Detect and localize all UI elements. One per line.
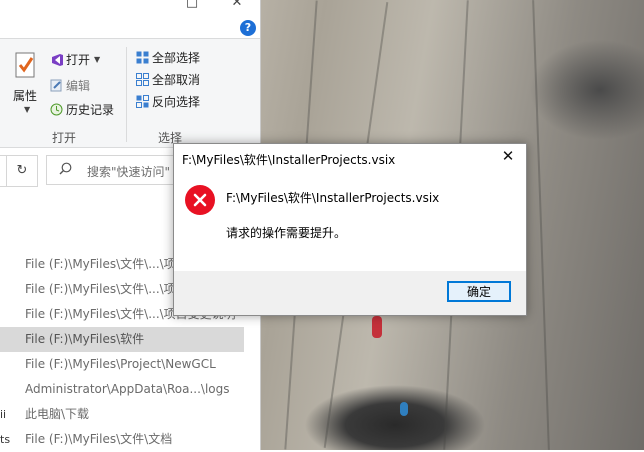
visual-studio-icon bbox=[50, 53, 63, 66]
select-none-label: 全部取消 bbox=[152, 72, 201, 87]
dialog-file-path: F:\MyFiles\软件\InstallerProjects.vsix bbox=[226, 191, 440, 205]
list-item-path: 此电脑\下载 bbox=[25, 407, 90, 421]
select-all-label: 全部选择 bbox=[152, 50, 201, 65]
list-item-path: File (F:)\MyFiles\文件\...\项目 bbox=[25, 257, 188, 271]
explorer-title-strip: □ ✕ bbox=[0, 0, 260, 18]
properties-button[interactable]: 属性 bbox=[13, 85, 37, 105]
dialog-message: 请求的操作需要提升。 bbox=[226, 226, 347, 240]
open-button[interactable]: 打开 ▼ bbox=[50, 49, 100, 69]
edit-label: 编辑 bbox=[66, 78, 91, 93]
error-dialog: F:\MyFiles\软件\InstallerProjects.vsix ✕ F… bbox=[173, 143, 527, 316]
list-item-path: Administrator\AppData\Roa...\logs bbox=[25, 382, 230, 396]
chevron-down-icon[interactable]: ▼ bbox=[24, 105, 30, 114]
search-placeholder: 搜索"快速访问" bbox=[87, 165, 171, 179]
climber-figure bbox=[400, 402, 408, 416]
chevron-down-icon: ▼ bbox=[94, 54, 101, 64]
dialog-title: F:\MyFiles\软件\InstallerProjects.vsix bbox=[182, 153, 396, 167]
list-item[interactable]: Administrator\AppData\Roa...\logs bbox=[0, 377, 244, 402]
properties-label: 属性 bbox=[13, 88, 38, 103]
list-item[interactable]: ii 此电脑\下载 bbox=[0, 402, 244, 427]
edit-icon bbox=[50, 79, 62, 92]
list-item-path: File (F:)\MyFiles\文件\...\项目 bbox=[25, 282, 188, 296]
climber-figure bbox=[372, 316, 382, 338]
history-icon bbox=[50, 103, 63, 116]
list-item-selected[interactable]: File (F:)\MyFiles\软件 bbox=[0, 327, 244, 352]
select-none-button[interactable]: 全部取消 bbox=[136, 69, 200, 89]
open-label: 打开 bbox=[66, 52, 91, 67]
error-icon bbox=[185, 185, 215, 215]
ok-button[interactable]: 确定 bbox=[447, 281, 511, 302]
properties-icon[interactable] bbox=[12, 51, 40, 81]
select-all-icon bbox=[136, 51, 149, 64]
list-item[interactable]: ts File (F:)\MyFiles\文件\文档 bbox=[0, 427, 244, 452]
ribbon: 属性 ▼ 打开 ▼ 编辑 历史记录 打开 全部选择 全部取消 反向选择 选择 bbox=[0, 38, 260, 148]
select-none-icon bbox=[136, 73, 149, 86]
list-item-path: File (F:)\MyFiles\文件\文档 bbox=[25, 432, 173, 446]
select-all-button[interactable]: 全部选择 bbox=[136, 47, 200, 67]
invert-selection-label: 反向选择 bbox=[152, 94, 201, 109]
row-marker: ii bbox=[0, 408, 7, 421]
search-icon bbox=[59, 162, 72, 175]
row-marker: ts bbox=[0, 433, 11, 446]
ribbon-divider bbox=[126, 47, 127, 142]
help-icon[interactable]: ? bbox=[240, 20, 256, 36]
history-button[interactable]: 历史记录 bbox=[50, 99, 114, 119]
maximize-icon[interactable]: □ bbox=[185, 0, 199, 10]
invert-selection-button[interactable]: 反向选择 bbox=[136, 91, 200, 111]
history-label: 历史记录 bbox=[66, 102, 115, 117]
close-icon[interactable]: ✕ bbox=[230, 0, 244, 10]
invert-selection-icon bbox=[136, 95, 149, 108]
list-item-path: File (F:)\MyFiles\软件 bbox=[25, 332, 145, 346]
dialog-close-button[interactable]: ✕ bbox=[500, 148, 516, 164]
edit-button[interactable]: 编辑 bbox=[50, 75, 90, 95]
rock-crack bbox=[532, 0, 550, 450]
list-item-path: File (F:)\MyFiles\Project\NewGCL bbox=[25, 357, 216, 371]
refresh-button[interactable]: ↻ bbox=[6, 155, 38, 187]
refresh-icon: ↻ bbox=[16, 163, 28, 178]
list-item[interactable]: File (F:)\MyFiles\Project\NewGCL bbox=[0, 352, 244, 377]
open-group-label: 打开 bbox=[52, 131, 77, 145]
